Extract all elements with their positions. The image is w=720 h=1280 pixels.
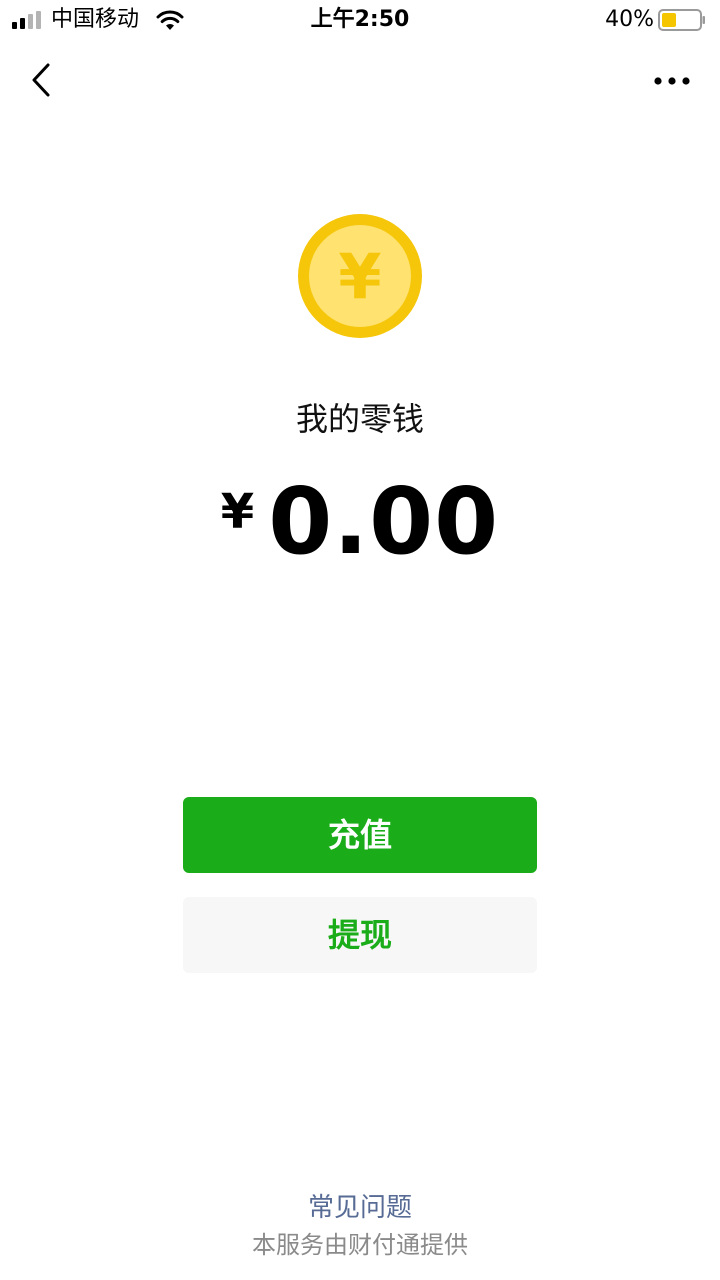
more-dots-icon bbox=[654, 77, 690, 85]
recharge-button[interactable]: 充值 bbox=[183, 797, 537, 873]
balance-value: 0.00 bbox=[268, 468, 500, 575]
chevron-left-icon bbox=[32, 63, 50, 97]
battery-icon bbox=[658, 9, 705, 31]
provider-text: 本服务由财付通提供 bbox=[252, 1231, 468, 1259]
withdraw-button[interactable]: 提现 bbox=[183, 897, 537, 973]
battery-percent: 40% bbox=[605, 7, 654, 32]
yuan-coin-icon: ¥ bbox=[298, 214, 422, 338]
coin-symbol: ¥ bbox=[338, 240, 381, 313]
page-title: 我的零钱 bbox=[295, 400, 424, 438]
currency-symbol: ¥ bbox=[220, 484, 255, 540]
status-bar: 中国移动 上午2:50 40% bbox=[0, 0, 720, 40]
more-options-button[interactable] bbox=[648, 66, 696, 96]
back-button[interactable] bbox=[22, 58, 62, 102]
balance-amount: ¥0.00 bbox=[0, 470, 720, 580]
faq-link[interactable]: 常见问题 bbox=[0, 1190, 720, 1226]
